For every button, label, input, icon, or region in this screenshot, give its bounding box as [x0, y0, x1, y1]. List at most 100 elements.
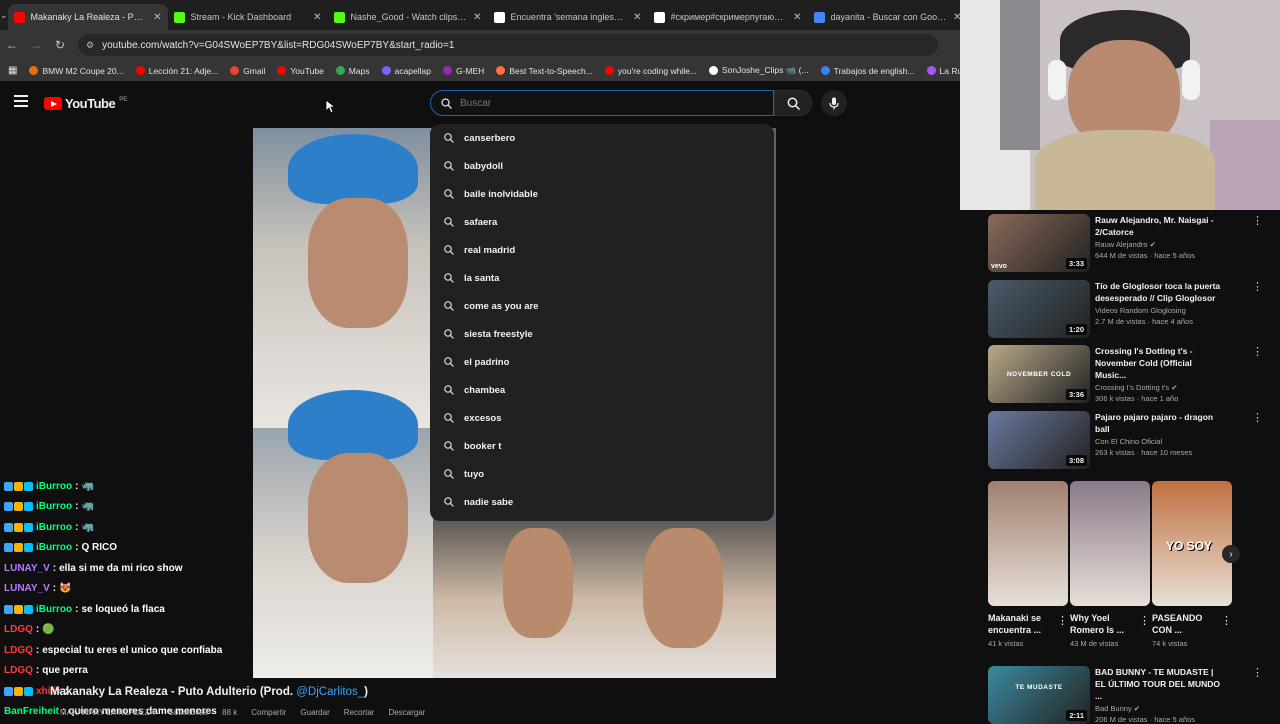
tab-close-icon[interactable]: ✕	[313, 12, 321, 23]
channel-row-item[interactable]: Descargar	[388, 708, 425, 720]
channel-row-item[interactable]: Recortar	[344, 708, 375, 720]
tab-search-icon[interactable]: ⌄	[0, 10, 8, 21]
tab-close-icon[interactable]: ✕	[473, 12, 481, 23]
chat-username[interactable]: iBurroo	[36, 542, 72, 553]
browser-tab[interactable]: dayanita - Buscar con Google ✕	[808, 4, 968, 30]
short-video[interactable]: Makanaki se encuentra ... 41 k vistas ⋮	[988, 481, 1068, 648]
video-title[interactable]: BAD BUNNY - TE MUDASTE | EL ÚLTIMO TOUR …	[1095, 666, 1223, 702]
chat-username[interactable]: LDGQ	[4, 645, 33, 656]
search-suggestion-item[interactable]: tuyo	[430, 460, 774, 488]
search-button[interactable]	[774, 90, 812, 116]
video-title[interactable]: Tío de Gloglosor toca la puerta desesper…	[1095, 280, 1223, 304]
chat-username[interactable]: LUNAY_V	[4, 563, 50, 574]
video-title[interactable]: Rauw Alejandro, Mr. Naisgai - 2/Catorce	[1095, 214, 1223, 238]
short-thumbnail[interactable]	[1070, 481, 1150, 606]
search-suggestion-item[interactable]: siesta freestyle	[430, 320, 774, 348]
bookmark-item[interactable]: Lección 21: Adje...	[135, 66, 218, 76]
bookmark-item[interactable]: SonJoshe_Clips 📹 (...	[708, 65, 809, 76]
browser-tab[interactable]: Nashe_Good - Watch clips on K ✕	[328, 4, 488, 30]
more-options-icon[interactable]: ⋮	[1252, 345, 1263, 358]
more-options-icon[interactable]: ⋮	[1139, 614, 1150, 627]
recommended-video[interactable]: 3:33 vevo Rauw Alejandro, Mr. Naisgai - 2/…	[988, 210, 1263, 272]
tab-close-icon[interactable]: ✕	[633, 12, 641, 23]
bookmark-item[interactable]: YouTube	[277, 66, 324, 76]
bookmark-item[interactable]: G-MEH	[442, 66, 484, 76]
search-suggestion-item[interactable]: nadie sabe	[430, 488, 774, 516]
bookmark-item[interactable]: Gmail	[230, 66, 265, 76]
video-thumbnail[interactable]: 3:08	[988, 411, 1090, 469]
short-title[interactable]: Why Yoel Romero Is ...	[1070, 612, 1136, 636]
voice-search-button[interactable]	[821, 90, 847, 116]
bookmark-item[interactable]: Trabajos de english...	[820, 66, 915, 76]
short-title[interactable]: PASEANDO CON ...	[1152, 612, 1218, 636]
shorts-next-button[interactable]: ›	[1222, 545, 1240, 563]
channel-name[interactable]: Videos Random Gloglosing	[1095, 306, 1223, 315]
chat-username[interactable]: LDGQ	[4, 624, 33, 635]
browser-tab[interactable]: Stream - Kick Dashboard ✕	[168, 4, 328, 30]
short-title[interactable]: Makanaki se encuentra ...	[988, 612, 1054, 636]
short-video[interactable]: YO SOY PASEANDO CON ... 74 k vistas ⋮	[1152, 481, 1232, 648]
search-suggestion-item[interactable]: real madrid	[430, 236, 774, 264]
bookmark-item[interactable]: Maps	[335, 66, 370, 76]
more-options-icon[interactable]: ⋮	[1221, 614, 1232, 627]
channel-row-item[interactable]: Compartir	[251, 708, 286, 720]
search-suggestion-item[interactable]: babydoll	[430, 152, 774, 180]
video-title[interactable]: Crossing I's Dotting t's - November Cold…	[1095, 345, 1223, 381]
channel-name[interactable]: Bad Bunny ✔	[1095, 704, 1223, 713]
browser-tab[interactable]: Encuentra 'semana inglesa' en ✕	[488, 4, 648, 30]
search-suggestion-item[interactable]: booker t	[430, 432, 774, 460]
search-suggestion-item[interactable]: la santa	[430, 264, 774, 292]
forward-icon[interactable]: →	[24, 38, 48, 52]
chat-username[interactable]: LDGQ	[4, 665, 33, 676]
bookmark-item[interactable]: BMW M2 Coupe 20...	[29, 66, 124, 76]
chat-username[interactable]: iBurroo	[36, 501, 72, 512]
more-options-icon[interactable]: ⋮	[1252, 411, 1263, 424]
bookmark-item[interactable]: La Ru	[926, 66, 960, 76]
short-thumbnail[interactable]: YO SOY	[1152, 481, 1232, 606]
video-title[interactable]: Pajaro pajaro pajaro - dragon ball	[1095, 411, 1223, 435]
site-info-icon[interactable]: ⚙	[86, 40, 94, 51]
video-title-mention-link[interactable]: @DjCarlitos_	[296, 686, 364, 698]
apps-grid-icon[interactable]: ▦	[8, 65, 17, 76]
search-box[interactable]	[430, 90, 774, 116]
chat-username[interactable]: BanFreiheit	[4, 706, 59, 717]
channel-name[interactable]: Con El Chino Oficial	[1095, 437, 1223, 446]
short-video[interactable]: Why Yoel Romero Is ... 43 M de vistas ⋮	[1070, 481, 1150, 648]
tab-close-icon[interactable]: ✕	[793, 12, 801, 23]
search-suggestion-item[interactable]: baile inolvidable	[430, 180, 774, 208]
bookmark-item[interactable]: Best Text-to-Speech...	[496, 66, 593, 76]
search-suggestion-item[interactable]: come as you are	[430, 292, 774, 320]
reload-icon[interactable]: ↻	[48, 38, 72, 52]
video-thumbnail[interactable]: 2:11 TE MUDASTE	[988, 666, 1090, 724]
channel-name[interactable]: Crossing I's Dotting t's ✔	[1095, 383, 1223, 392]
more-options-icon[interactable]: ⋮	[1252, 666, 1263, 679]
recommended-video[interactable]: 3:08 Pajaro pajaro pajaro - dragon ball Co…	[988, 407, 1263, 469]
channel-row-item[interactable]: 88 k	[222, 708, 237, 720]
browser-tab[interactable]: #скример#скримерпугающий ✕	[648, 4, 808, 30]
search-suggestion-item[interactable]: chambea	[430, 376, 774, 404]
menu-icon[interactable]	[14, 95, 28, 107]
recommended-video[interactable]: 2:11 TE MUDASTE BAD BUNNY - TE MUDASTE | E…	[988, 662, 1263, 724]
short-thumbnail[interactable]	[988, 481, 1068, 606]
browser-tab[interactable]: Makanaky La Realeza - Puto Ad ✕	[7, 4, 168, 30]
channel-row-item[interactable]: Suscribirse	[169, 708, 209, 720]
chat-username[interactable]: iBurroo	[36, 481, 72, 492]
search-input[interactable]	[460, 97, 740, 109]
search-suggestion-item[interactable]: excesos	[430, 404, 774, 432]
more-options-icon[interactable]: ⋮	[1252, 214, 1263, 227]
chat-username[interactable]: LUNAY_V	[4, 583, 50, 594]
bookmark-item[interactable]: acapellap	[381, 66, 431, 76]
chat-username[interactable]: iBurroo	[36, 522, 72, 533]
channel-name[interactable]: Rauw Alejandro ✔	[1095, 240, 1223, 249]
back-icon[interactable]: ←	[0, 38, 24, 52]
youtube-logo[interactable]: YouTube PE	[44, 96, 127, 111]
more-options-icon[interactable]: ⋮	[1057, 614, 1068, 627]
video-thumbnail[interactable]: 3:36 NOVEMBER COLD	[988, 345, 1090, 403]
video-thumbnail[interactable]: 1:20	[988, 280, 1090, 338]
recommended-video[interactable]: 3:36 NOVEMBER COLD Crossing I's Dotting t'…	[988, 341, 1263, 403]
chat-username[interactable]: iBurroo	[36, 604, 72, 615]
bookmark-item[interactable]: you're coding while...	[604, 66, 697, 76]
more-options-icon[interactable]: ⋮	[1252, 280, 1263, 293]
recommended-video[interactable]: 1:20 Tío de Gloglosor toca la puerta dese…	[988, 276, 1263, 338]
url-field[interactable]: ⚙ youtube.com/watch?v=G04SWoEP7BY&list=R…	[78, 34, 938, 56]
